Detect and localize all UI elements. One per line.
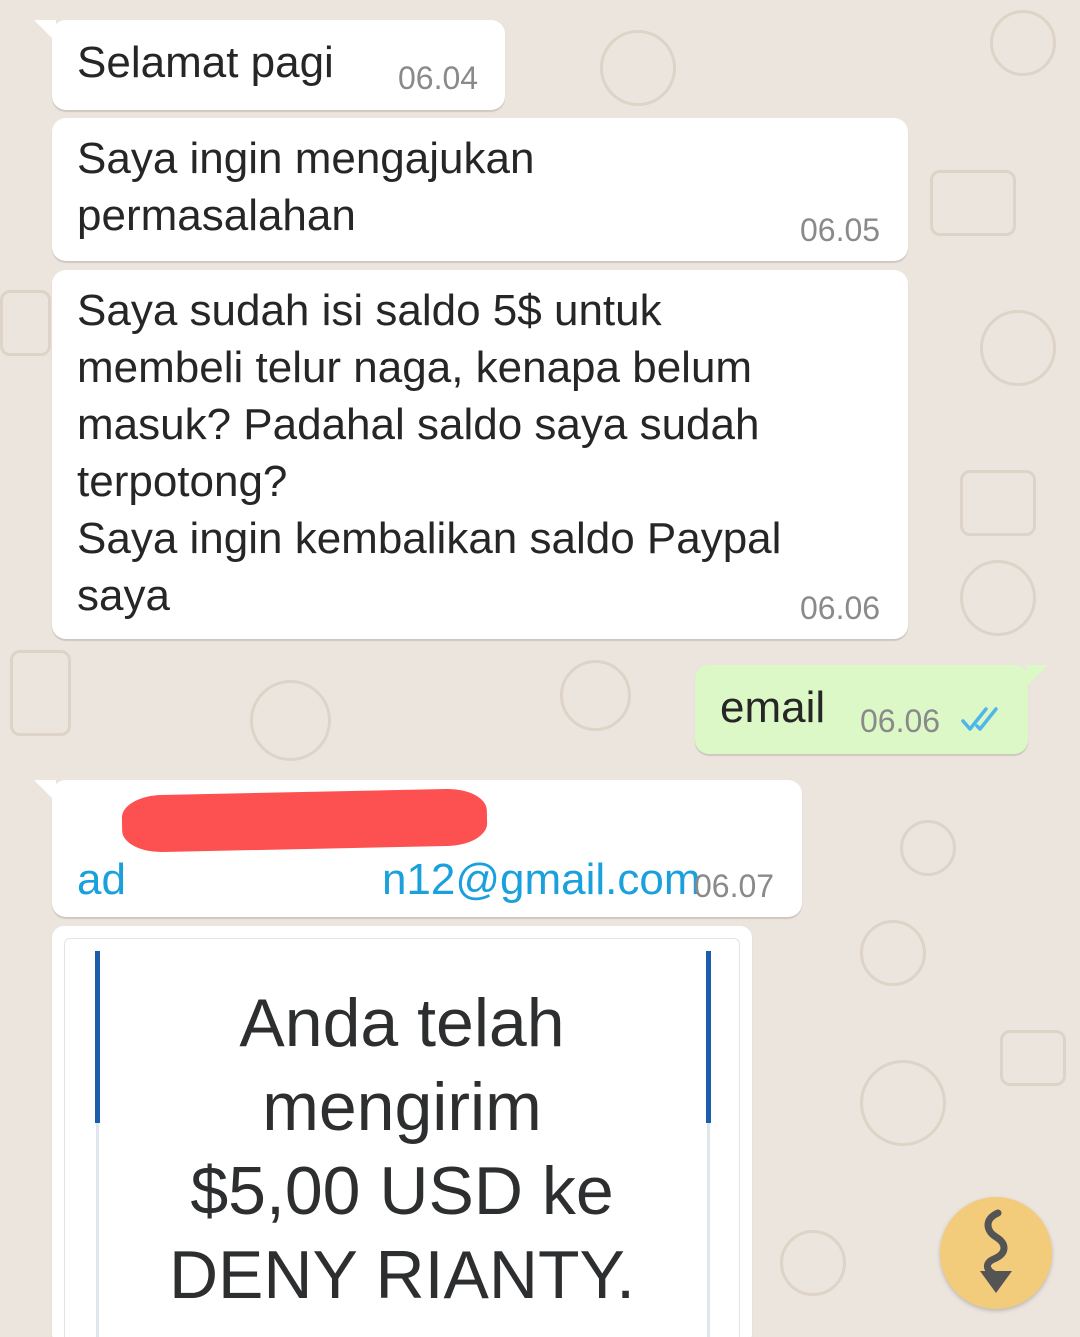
message-bubble-incoming[interactable]: ad n12@gmail.com 06.07	[34, 780, 802, 917]
message-timestamp: 06.06	[800, 590, 881, 626]
message-bubble-outgoing[interactable]: email 06.06	[695, 665, 1048, 754]
message-text: Selamat pagi	[77, 38, 334, 87]
message-bubble-incoming[interactable]: Saya ingin mengajukan permasalahan 06.05	[52, 118, 908, 261]
email-link-prefix: ad	[77, 855, 126, 904]
image-message[interactable]: Anda telah mengirim $5,00 USD ke DENY RI…	[52, 926, 752, 1337]
scroll-down-arrow-icon	[980, 1209, 1012, 1293]
message-text: Saya sudah isi saldo 5$ untuk membeli te…	[77, 286, 782, 620]
redaction-mark	[121, 788, 488, 853]
message-timestamp: 06.07	[694, 868, 775, 904]
double-check-read-icon	[961, 707, 998, 731]
message-text: email	[720, 683, 826, 732]
message-text: Saya ingin mengajukan permasalahan	[77, 134, 535, 240]
bubble-tail	[34, 20, 56, 42]
message-timestamp: 06.05	[800, 212, 881, 248]
message-bubble-incoming[interactable]: Selamat pagi 06.04	[34, 20, 505, 110]
email-link-suffix: n12@gmail.com	[381, 855, 701, 904]
message-bubble-incoming[interactable]: Saya sudah isi saldo 5$ untuk membeli te…	[52, 270, 908, 639]
receipt-image[interactable]: Anda telah mengirim $5,00 USD ke DENY RI…	[64, 938, 740, 1337]
bubble-tail	[34, 780, 56, 802]
bubble-tail	[1026, 665, 1048, 687]
receipt-text: Anda telah mengirim $5,00 USD ke DENY RI…	[168, 985, 636, 1313]
scroll-to-bottom-button[interactable]	[940, 1197, 1052, 1309]
message-timestamp: 06.04	[398, 60, 479, 96]
message-timestamp: 06.06	[860, 703, 941, 739]
